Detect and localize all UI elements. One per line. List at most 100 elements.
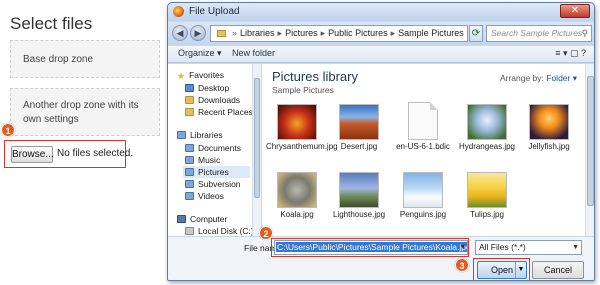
second-drop-zone-label: Another drop zone with its own settings (23, 100, 139, 125)
firefox-icon (173, 6, 184, 17)
breadcrumb[interactable]: » Libraries ▸ Pictures ▸ Public Pictures ▸ Samp… (210, 25, 468, 42)
documents-icon (185, 144, 194, 152)
view-options[interactable]: ≡ ▾ ▢ ? (555, 48, 586, 59)
dialog-title: File Upload (189, 6, 240, 17)
close-button[interactable]: ✕ (560, 4, 590, 18)
refresh-button[interactable]: ⟳ (469, 25, 483, 42)
search-icon: ⚲ (581, 28, 588, 38)
image-thumbnail (467, 104, 507, 140)
organize-menu[interactable]: Organize ▾ (178, 48, 222, 59)
nav-videos-label: Videos (198, 191, 224, 201)
address-bar: ◀ ▶ » Libraries ▸ Pictures ▸ Public Pictures ▸… (168, 22, 594, 45)
file-tile[interactable]: en-US-6-1.bdic (392, 102, 454, 151)
step-2-badge: 2 (259, 226, 273, 240)
file-list-scroll-thumb[interactable] (587, 76, 594, 206)
search-placeholder: Search Sample Pictures (491, 28, 583, 38)
file-name: Penguins.jpg (399, 210, 447, 219)
open-button-highlight (473, 258, 530, 280)
nav-desktop[interactable]: Desktop (185, 83, 229, 93)
file-list-scrollbar[interactable] (585, 64, 594, 236)
drive-icon (185, 227, 194, 235)
file-tile[interactable]: Penguins.jpg (392, 172, 454, 219)
breadcrumb-pictures[interactable]: Pictures (285, 28, 318, 38)
document-icon (408, 102, 438, 140)
file-name: Lighthouse.jpg (332, 210, 386, 219)
pictures-icon (185, 168, 194, 176)
base-drop-zone[interactable]: Base drop zone (10, 40, 160, 78)
library-subtitle: Sample Pictures (272, 85, 334, 95)
computer-icon (177, 215, 186, 223)
file-tile[interactable]: Jellyfish.jpg (518, 104, 580, 151)
image-thumbnail (339, 172, 379, 208)
page-title: Select files (10, 14, 93, 33)
file-name: Desert.jpg (340, 142, 378, 151)
file-type-value: All Files (*.*) (479, 242, 526, 252)
image-thumbnail (467, 172, 507, 208)
forward-button[interactable]: ▶ (190, 25, 206, 41)
music-icon (185, 156, 194, 164)
nav-scroll-thumb[interactable] (254, 78, 260, 198)
library-title: Pictures library (272, 69, 358, 84)
breadcrumb-sample-pictures[interactable]: Sample Pictures (398, 28, 464, 38)
file-name-highlight (271, 238, 469, 257)
back-button[interactable]: ◀ (172, 25, 188, 41)
chevron-down-icon: ▼ (572, 244, 579, 251)
file-tile[interactable]: Hydrangeas.jpg (456, 104, 518, 151)
dialog-footer: File name: C:\Users\Public\Pictures\Samp… (168, 236, 594, 280)
image-thumbnail (339, 104, 379, 140)
browse-button[interactable]: Browse... (11, 146, 54, 163)
no-files-text: No files selected. (57, 148, 134, 159)
cancel-button[interactable]: Cancel (532, 261, 584, 279)
nav-subversion-label: Subversion (198, 179, 241, 189)
file-tile[interactable]: Lighthouse.jpg (328, 172, 390, 219)
arrange-by-value[interactable]: Folder ▾ (546, 73, 577, 83)
nav-favorites-label: Favorites (189, 70, 225, 80)
search-input[interactable]: Search Sample Pictures ⚲ (486, 25, 592, 42)
file-tile[interactable]: Tulips.jpg (456, 172, 518, 219)
breadcrumb-libraries[interactable]: Libraries (240, 28, 275, 38)
nav-videos[interactable]: Videos (185, 191, 224, 201)
nav-music[interactable]: Music (185, 155, 220, 165)
nav-downloads-label: Downloads (198, 95, 241, 105)
file-tile[interactable]: Desert.jpg (328, 104, 390, 151)
nav-subversion[interactable]: Subversion (185, 179, 241, 189)
downloads-icon (185, 96, 194, 104)
nav-scrollbar[interactable] (252, 64, 261, 236)
subversion-icon (185, 180, 194, 188)
image-thumbnail (277, 172, 317, 208)
nav-local-disk[interactable]: Local Disk (C:) (185, 226, 254, 236)
image-thumbnail (277, 104, 317, 140)
nav-downloads[interactable]: Downloads (185, 95, 240, 105)
step-3-badge: 3 (455, 258, 469, 272)
nav-recent-places[interactable]: Recent Places (185, 107, 253, 117)
nav-documents-label: Documents (198, 143, 241, 153)
image-thumbnail (529, 104, 569, 140)
file-name: Koala.jpg (280, 210, 314, 219)
nav-computer[interactable]: Computer (177, 214, 227, 224)
file-name: Hydrangeas.jpg (458, 142, 516, 151)
nav-favorites[interactable]: ★ Favorites (177, 70, 224, 82)
new-folder-button[interactable]: New folder (232, 48, 275, 58)
breadcrumb-public-pictures[interactable]: Public Pictures (328, 28, 388, 38)
arrange-by[interactable]: Arrange by: Folder ▾ (500, 73, 577, 84)
file-name: Jellyfish.jpg (528, 142, 570, 151)
file-name: Chrysanthemum.jpg (266, 142, 338, 151)
nav-pictures[interactable]: Pictures (183, 166, 250, 178)
recent-places-icon (185, 108, 194, 116)
nav-libraries[interactable]: Libraries (177, 130, 223, 140)
step-1-badge: 1 (1, 123, 15, 137)
navigation-pane: ★ Favorites Desktop Downloads Recent Plac… (168, 64, 261, 236)
star-icon: ★ (177, 71, 186, 81)
file-tile[interactable]: Koala.jpg (266, 172, 328, 219)
file-tile[interactable]: Chrysanthemum.jpg (266, 104, 338, 151)
desktop-icon (185, 84, 194, 92)
dialog-titlebar[interactable]: File Upload ✕ (168, 3, 594, 21)
file-type-select[interactable]: All Files (*.*) ▼ (475, 240, 582, 255)
arrange-by-label: Arrange by: (499, 73, 544, 83)
file-upload-dialog: File Upload ✕ ◀ ▶ » Libraries ▸ Pictures ▸ Pu… (167, 2, 595, 281)
second-drop-zone[interactable]: Another drop zone with its own settings (10, 88, 160, 136)
nav-recent-label: Recent Places (198, 107, 253, 117)
nav-desktop-label: Desktop (198, 83, 230, 93)
nav-music-label: Music (198, 155, 221, 165)
nav-documents[interactable]: Documents (185, 143, 241, 153)
